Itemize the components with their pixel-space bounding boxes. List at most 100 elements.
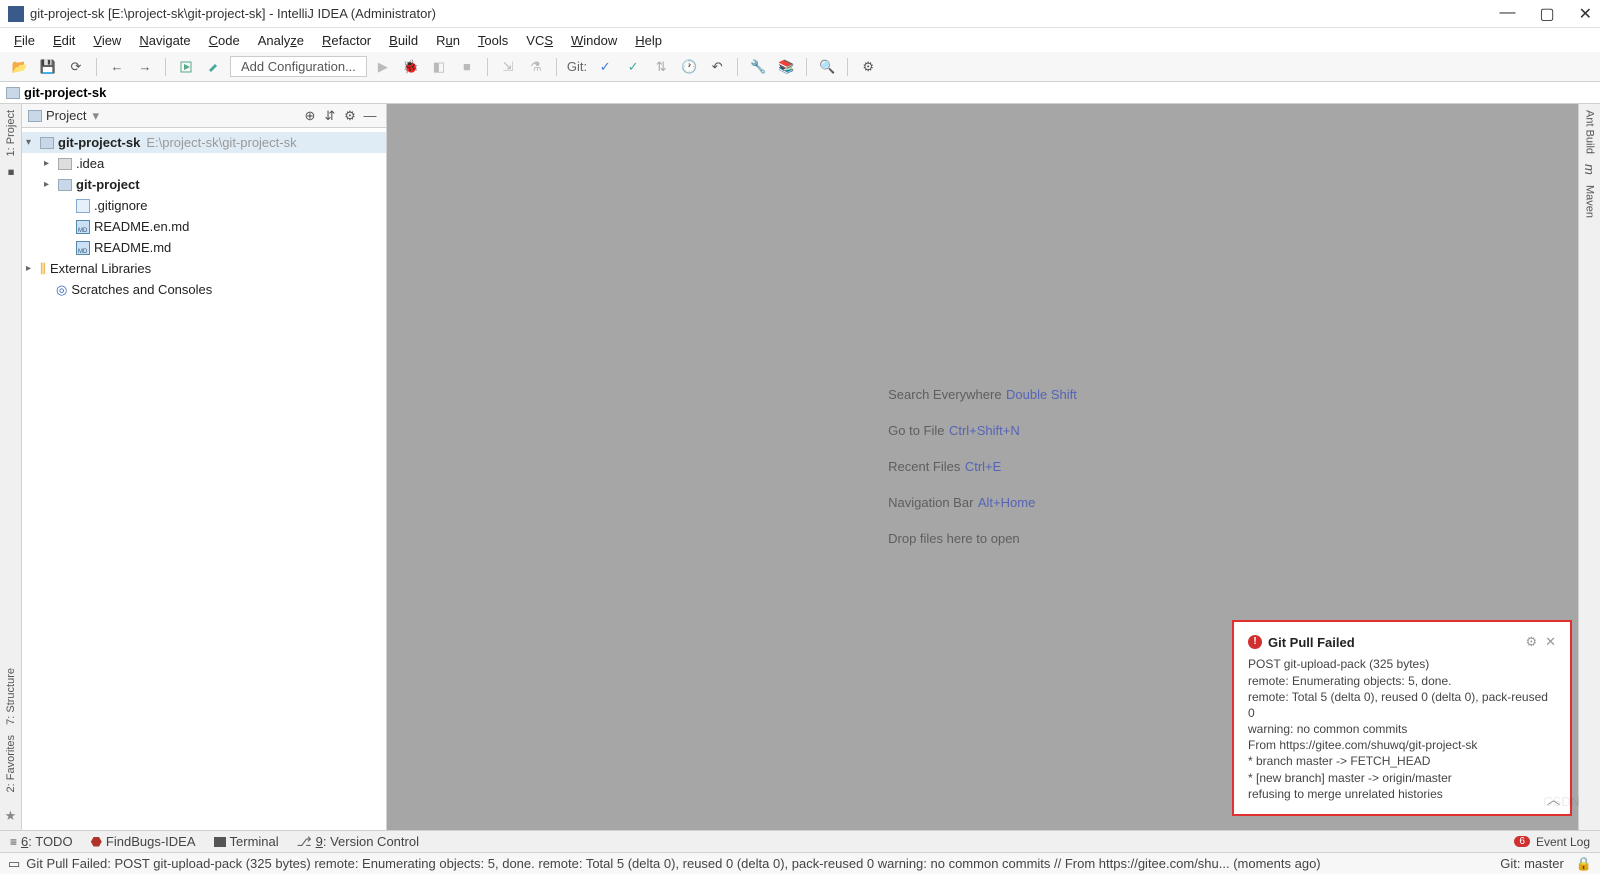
project-tool-window: Project ▾ ⊕ ⇵ ⚙ — ▾ git-project-sk E:\pr… <box>22 104 387 830</box>
git-update-button[interactable]: ✓ <box>593 55 617 79</box>
profile-button[interactable]: ⚗ <box>524 55 548 79</box>
window-minimize-button[interactable]: — <box>1499 4 1515 24</box>
git-rollback-button[interactable]: ↶ <box>705 55 729 79</box>
tw-todo-tab[interactable]: ≡ 6: TODO <box>10 834 73 849</box>
search-button[interactable]: 🔍 <box>815 55 839 79</box>
folder-icon <box>28 110 42 122</box>
run-button[interactable]: ▶ <box>371 55 395 79</box>
menu-vcs[interactable]: VCS <box>518 31 561 50</box>
expand-all-button[interactable]: ⇵ <box>320 108 340 124</box>
tree-module-folder: ▸ git-project <box>22 174 386 195</box>
error-icon: ! <box>1248 635 1262 649</box>
favorites-star-icon[interactable]: ★ <box>5 808 17 824</box>
tw-event-log-tab[interactable]: Event Log <box>1536 835 1590 849</box>
debug-button[interactable]: 🐞 <box>399 55 423 79</box>
nav-fwd-button[interactable]: → <box>133 55 157 79</box>
project-view-selector[interactable]: Project <box>46 108 86 123</box>
status-message[interactable]: Git Pull Failed: POST git-upload-pack (3… <box>26 856 1320 871</box>
git-compare-button[interactable]: ⇅ <box>649 55 673 79</box>
menu-code[interactable]: Code <box>201 31 248 50</box>
notification-settings-button[interactable]: ⚙ <box>1525 634 1537 650</box>
run-config-dropdown[interactable]: Add Configuration... <box>230 56 367 77</box>
chevron-right-icon[interactable]: ▸ <box>44 158 58 169</box>
right-tool-strip: Ant Build m Maven <box>1578 104 1600 830</box>
folder-icon <box>40 137 54 149</box>
tree-file-readme-en: README.en.md <box>22 216 386 237</box>
window-close-button[interactable]: ✕ <box>1579 4 1592 24</box>
title-bar: git-project-sk [E:\project-sk\git-projec… <box>0 0 1600 28</box>
menu-tools[interactable]: Tools <box>470 31 516 50</box>
window-title: git-project-sk [E:\project-sk\git-projec… <box>30 6 1499 21</box>
tw-ant-tab[interactable]: Ant Build <box>1584 110 1596 154</box>
attach-button[interactable]: ⇲ <box>496 55 520 79</box>
tw-project-tab[interactable]: 1: Project <box>5 110 17 156</box>
window-maximize-button[interactable]: ▢ <box>1539 4 1554 24</box>
menu-run[interactable]: Run <box>428 31 468 50</box>
menu-help[interactable]: Help <box>627 31 670 50</box>
event-log-badge: 6 <box>1514 836 1530 847</box>
customize-button[interactable]: 🔧 <box>746 55 770 79</box>
status-bar: ▭ Git Pull Failed: POST git-upload-pack … <box>0 852 1600 874</box>
breadcrumb-root[interactable]: git-project-sk <box>24 85 106 100</box>
chevron-down-icon[interactable]: ▾ <box>26 137 40 148</box>
project-tree[interactable]: ▾ git-project-sk E:\project-sk\git-proje… <box>22 128 386 830</box>
settings-button[interactable]: ⚙ <box>340 108 360 124</box>
locate-button[interactable]: ⊕ <box>300 108 320 124</box>
menu-window[interactable]: Window <box>563 31 625 50</box>
tw-maven-label[interactable]: Maven <box>1584 185 1596 218</box>
menu-file[interactable]: File <box>6 31 43 50</box>
git-commit-button[interactable]: ✓ <box>621 55 645 79</box>
make-button[interactable] <box>174 55 198 79</box>
tw-favorites-tab[interactable]: 2: Favorites <box>5 735 17 792</box>
menu-refactor[interactable]: Refactor <box>314 31 379 50</box>
markdown-file-icon <box>76 241 90 255</box>
folder-icon <box>58 158 72 170</box>
markdown-file-icon <box>76 220 90 234</box>
git-branch-indicator[interactable]: Git: master <box>1500 856 1564 871</box>
tw-structure-tab[interactable]: 7: Structure <box>5 668 17 725</box>
git-history-button[interactable]: 🕐 <box>677 55 701 79</box>
project-structure-button[interactable]: 📚 <box>774 55 798 79</box>
folder-icon <box>58 179 72 191</box>
menu-build[interactable]: Build <box>381 31 426 50</box>
tree-idea-folder: ▸ .idea <box>22 153 386 174</box>
open-button[interactable]: 📂 <box>8 55 32 79</box>
save-all-button[interactable]: 💾 <box>36 55 60 79</box>
project-panel-header: Project ▾ ⊕ ⇵ ⚙ — <box>22 104 386 128</box>
sync-button[interactable]: ⟳ <box>64 55 88 79</box>
watermark: CSDN <box>1543 794 1580 809</box>
tw-maven-tab[interactable]: m <box>1582 164 1597 175</box>
tree-external-libs: ▸ ⫼ External Libraries <box>22 258 386 279</box>
tree-file-readme: README.md <box>22 237 386 258</box>
status-message-icon[interactable]: ▭ <box>8 856 20 872</box>
tw-bookmarks-icon[interactable]: ■ <box>5 166 17 178</box>
menu-edit[interactable]: Edit <box>45 31 83 50</box>
tw-terminal-tab[interactable]: Terminal <box>214 834 279 849</box>
nav-back-button[interactable]: ← <box>105 55 129 79</box>
menu-view[interactable]: View <box>85 31 129 50</box>
chevron-down-icon: ▾ <box>92 108 99 124</box>
notification-close-button[interactable]: ✕ <box>1545 634 1556 650</box>
hide-panel-button[interactable]: — <box>360 108 380 123</box>
padlock-icon[interactable]: 🔒 <box>1576 856 1592 872</box>
tw-version-control-tab[interactable]: ⎇ 9: Version Control <box>297 834 419 850</box>
tree-file-gitignore: .gitignore <box>22 195 386 216</box>
chevron-right-icon[interactable]: ▸ <box>44 179 58 190</box>
chevron-right-icon[interactable]: ▸ <box>26 263 40 274</box>
coverage-button[interactable]: ◧ <box>427 55 451 79</box>
main-toolbar: 📂 💾 ⟳ ← → Add Configuration... ▶ 🐞 ◧ ■ ⇲… <box>0 52 1600 82</box>
folder-icon <box>6 87 20 99</box>
ide-tools-button[interactable]: ⚙ <box>856 55 880 79</box>
tw-findbugs-tab[interactable]: ⬣FindBugs-IDEA <box>91 834 196 850</box>
notification-balloon: ! Git Pull Failed ⚙ ✕ POST git-upload-pa… <box>1232 620 1572 816</box>
build-hammer-button[interactable] <box>202 55 226 79</box>
nav-breadcrumb: git-project-sk <box>0 82 1600 104</box>
empty-hints: Search Everywhere Double Shift Go to Fil… <box>888 368 1077 566</box>
stop-button[interactable]: ■ <box>455 55 479 79</box>
notification-title: Git Pull Failed <box>1268 635 1355 650</box>
tree-scratches: ◎ Scratches and Consoles <box>22 279 386 300</box>
menu-analyze[interactable]: Analyze <box>250 31 312 50</box>
menu-navigate[interactable]: Navigate <box>131 31 198 50</box>
menu-bar: File Edit View Navigate Code Analyze Ref… <box>0 28 1600 52</box>
scratch-icon: ◎ <box>56 282 67 298</box>
